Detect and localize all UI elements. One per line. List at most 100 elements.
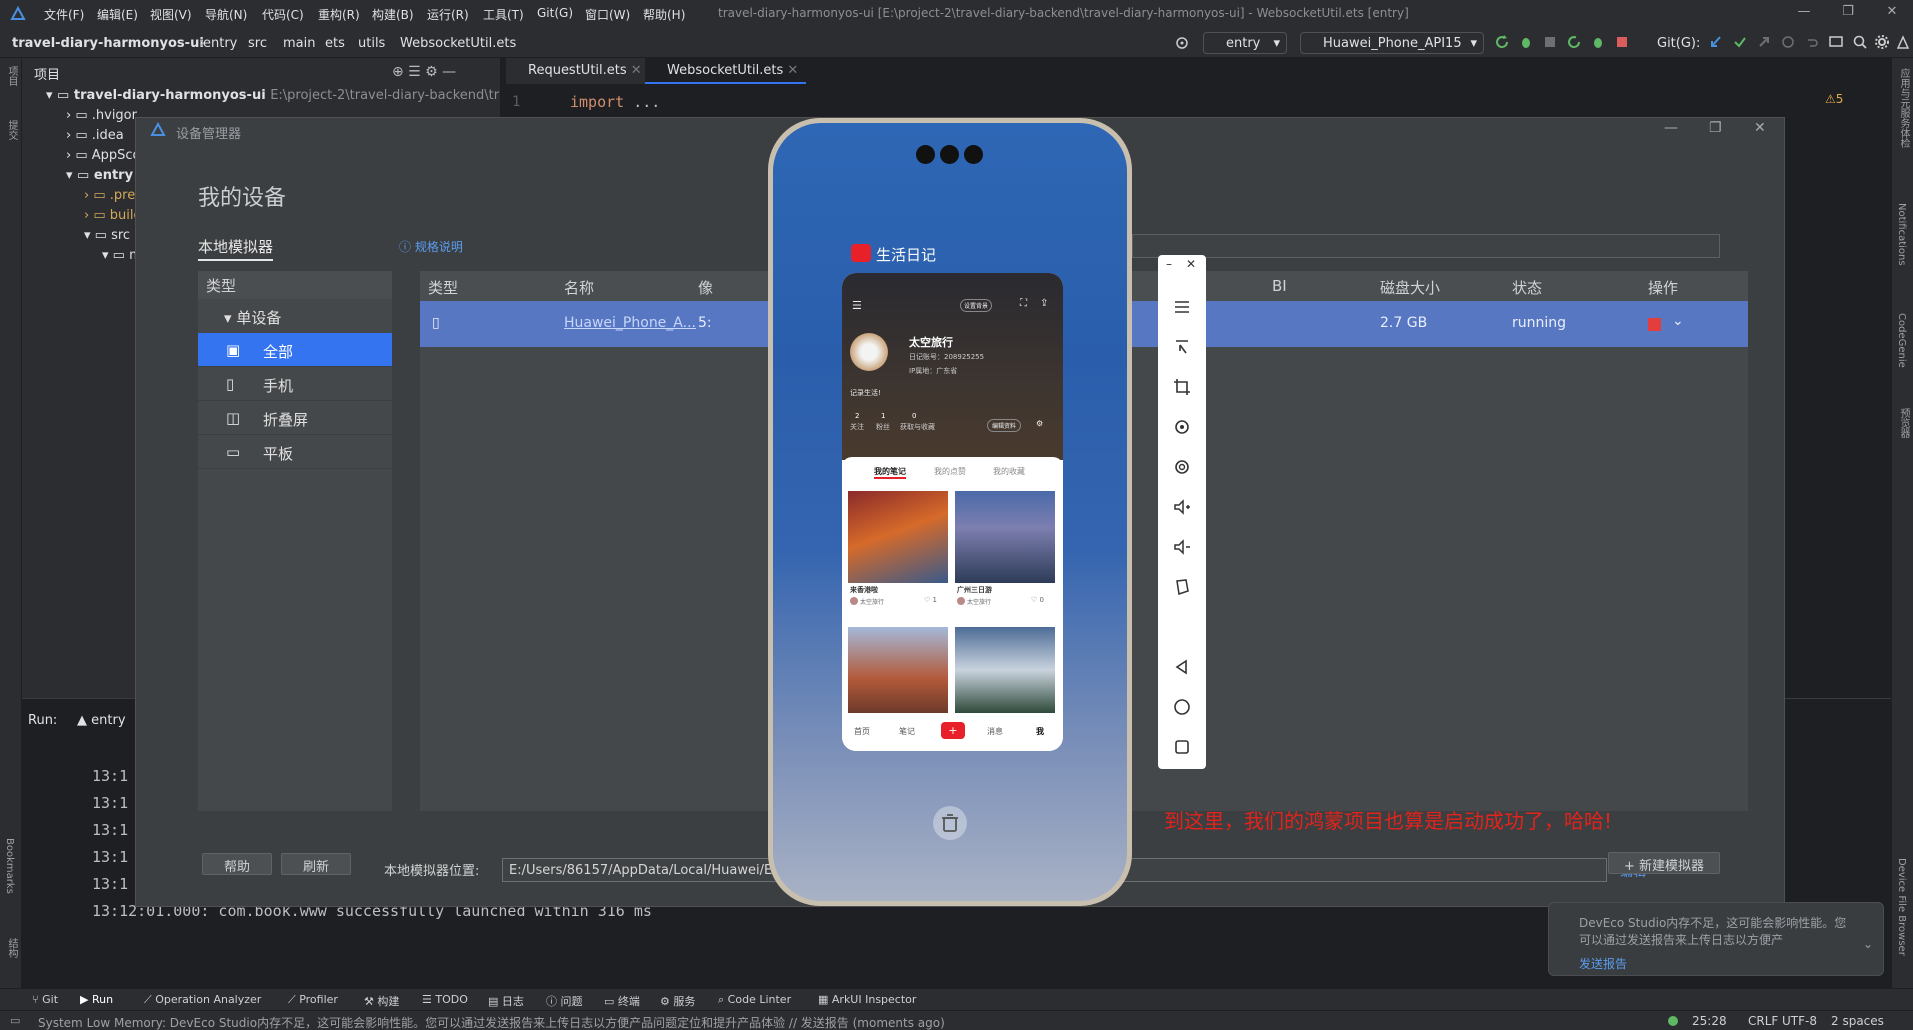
home-icon[interactable]: [1172, 697, 1192, 717]
back-icon[interactable]: [1172, 657, 1192, 677]
edit-profile-button[interactable]: 编辑资料: [987, 419, 1022, 432]
rotate-icon[interactable]: [1172, 417, 1192, 437]
tool-problems[interactable]: ⓘ 问题: [546, 993, 583, 1009]
rerun-icon[interactable]: [1494, 34, 1512, 52]
tree-item-src[interactable]: ▾ ▭ src: [84, 228, 130, 243]
device-file-browser-label[interactable]: Device File Browser: [1896, 858, 1907, 956]
tab-local-emulator[interactable]: 本地模拟器: [198, 236, 274, 261]
group-single-device[interactable]: ▾ 单设备: [198, 299, 392, 333]
tree-root[interactable]: ▾ ▭ travel-diary-harmonyos-ui E:\project…: [46, 88, 531, 103]
nav-notes[interactable]: 笔记: [899, 726, 915, 737]
structure-tool-label[interactable]: 结构: [4, 938, 19, 958]
maximize-icon[interactable]: ❐: [1838, 4, 1858, 24]
tab-my-likes[interactable]: 我的点赞: [934, 466, 966, 477]
menu-icon[interactable]: ☰: [852, 299, 862, 312]
tool-operation-analyzer[interactable]: ⟋ Operation Analyzer: [144, 993, 261, 1007]
breadcrumb-file[interactable]: WebsocketUtil.ets: [400, 36, 516, 51]
menu-git[interactable]: Git(G): [537, 6, 573, 20]
help-button[interactable]: 帮助: [202, 853, 272, 875]
rotate-alt-icon[interactable]: [1172, 457, 1192, 477]
more-actions-icon[interactable]: ⌄: [1672, 313, 1684, 329]
bookmarks-tool-label[interactable]: Bookmarks: [4, 838, 15, 894]
settings-icon[interactable]: ⚙: [1036, 419, 1043, 428]
tool-build[interactable]: ⚒ 构建: [364, 993, 399, 1009]
rollback-icon[interactable]: [1804, 34, 1822, 52]
settings-icon[interactable]: [1874, 34, 1892, 52]
scan-icon[interactable]: ⛶: [1020, 298, 1027, 309]
tool-arkui-inspector[interactable]: ▦ ArkUI Inspector: [818, 993, 916, 1006]
attach-icon[interactable]: [1590, 34, 1608, 52]
close-icon[interactable]: ✕: [1882, 4, 1902, 24]
type-foldable[interactable]: ◫ 折叠屏: [198, 401, 392, 435]
cursor-position[interactable]: 25:28: [1692, 1014, 1727, 1028]
dialog-close-icon[interactable]: ✕: [1754, 120, 1766, 136]
tab-requestutil[interactable]: RequestUtil.ets ✕: [506, 58, 650, 84]
encoding[interactable]: UTF-8: [1782, 1014, 1817, 1028]
refresh-button[interactable]: 刷新: [281, 853, 351, 875]
toolbar-minimize-icon[interactable]: –: [1166, 257, 1172, 271]
menu-navigate[interactable]: 导航(N): [205, 6, 247, 23]
menu-edit[interactable]: 编辑(E): [97, 6, 138, 23]
refresh-icon[interactable]: [1566, 34, 1584, 52]
device-select[interactable]: Huawei_Phone_API15 ▾: [1300, 32, 1484, 54]
volume-down-icon[interactable]: [1172, 537, 1192, 557]
menu-icon[interactable]: [1172, 297, 1192, 317]
avatar[interactable]: [850, 333, 888, 371]
run-config-tab[interactable]: ▲ entry: [77, 713, 126, 728]
profile-icon[interactable]: [1542, 34, 1560, 52]
dialog-maximize-icon[interactable]: ❐: [1709, 120, 1722, 136]
tree-item-entry[interactable]: ▾ ▭ entry: [66, 168, 133, 183]
run-config-select[interactable]: entry ▾: [1203, 32, 1287, 54]
indent[interactable]: 2 spaces: [1831, 1014, 1884, 1028]
nav-messages[interactable]: 消息: [987, 726, 1003, 737]
notifications-tool-label[interactable]: Notifications: [1896, 203, 1907, 266]
menu-help[interactable]: 帮助(H): [643, 6, 685, 23]
target-icon[interactable]: [1173, 34, 1191, 52]
note-image-3[interactable]: [848, 627, 948, 713]
share-icon[interactable]: ⇪: [1040, 298, 1048, 309]
menu-tools[interactable]: 工具(T): [483, 6, 524, 23]
breadcrumb-src[interactable]: src: [248, 36, 267, 51]
type-all[interactable]: ▣ 全部: [198, 333, 392, 367]
menu-window[interactable]: 窗口(W): [585, 6, 630, 23]
tool-git[interactable]: ⑂ Git: [32, 993, 58, 1006]
note-likes-2[interactable]: ♡ 0: [1031, 596, 1044, 604]
note-image-4[interactable]: [955, 627, 1055, 713]
tool-services[interactable]: ⚙ 服务: [660, 993, 695, 1009]
history-icon[interactable]: [1780, 34, 1798, 52]
spec-link[interactable]: ⓘ 规格说明: [399, 238, 463, 255]
tool-code-linter[interactable]: ⌕ Code Linter: [718, 993, 791, 1007]
panel-options-icon[interactable]: ⊕ ☰ ⚙ —: [392, 64, 456, 80]
tree-item-build[interactable]: › ▭ build: [84, 208, 142, 223]
debug-icon[interactable]: [1518, 34, 1536, 52]
toast-send-report-link[interactable]: 发送报告: [1579, 955, 1627, 972]
nav-add-button[interactable]: +: [941, 722, 965, 739]
recents-icon[interactable]: [1172, 737, 1192, 757]
commit-tool-label[interactable]: 提交: [4, 120, 19, 140]
git-update-icon[interactable]: [1708, 34, 1726, 52]
menu-code[interactable]: 代码(C): [262, 6, 304, 23]
new-emulator-button[interactable]: + 新建模拟器: [1608, 852, 1720, 874]
stop-device-icon[interactable]: [1648, 318, 1661, 331]
stop-icon[interactable]: [1614, 34, 1632, 52]
menu-run[interactable]: 运行(R): [427, 6, 469, 23]
screenshot-crop-icon[interactable]: [1172, 377, 1192, 397]
nav-me[interactable]: 我: [1036, 726, 1044, 737]
tab-my-notes[interactable]: 我的笔记: [874, 466, 906, 479]
tool-todo[interactable]: ☰ TODO: [422, 993, 468, 1006]
tree-item-idea[interactable]: › ▭ .idea: [66, 128, 124, 143]
breadcrumb-ets[interactable]: ets: [325, 36, 345, 51]
status-message[interactable]: System Low Memory: DevEco Studio内存不足，这可能…: [38, 1014, 945, 1030]
menu-refactor[interactable]: 重构(R): [318, 6, 360, 23]
toolbar-close-icon[interactable]: ✕: [1186, 257, 1196, 271]
trash-icon[interactable]: [933, 806, 967, 840]
fold-icon[interactable]: [1172, 577, 1192, 597]
volume-up-icon[interactable]: [1172, 497, 1192, 517]
code-line-1[interactable]: import ...: [570, 93, 660, 111]
type-tablet[interactable]: ▭ 平板: [198, 435, 392, 469]
git-push-icon[interactable]: [1756, 34, 1774, 52]
device-name[interactable]: Huawei_Phone_A...: [564, 315, 696, 331]
tool-terminal[interactable]: ▭ 终端: [604, 993, 640, 1009]
tool-log[interactable]: ▤ 日志: [488, 993, 524, 1009]
tab-websocketutil[interactable]: WebsocketUtil.ets ✕: [645, 58, 807, 84]
